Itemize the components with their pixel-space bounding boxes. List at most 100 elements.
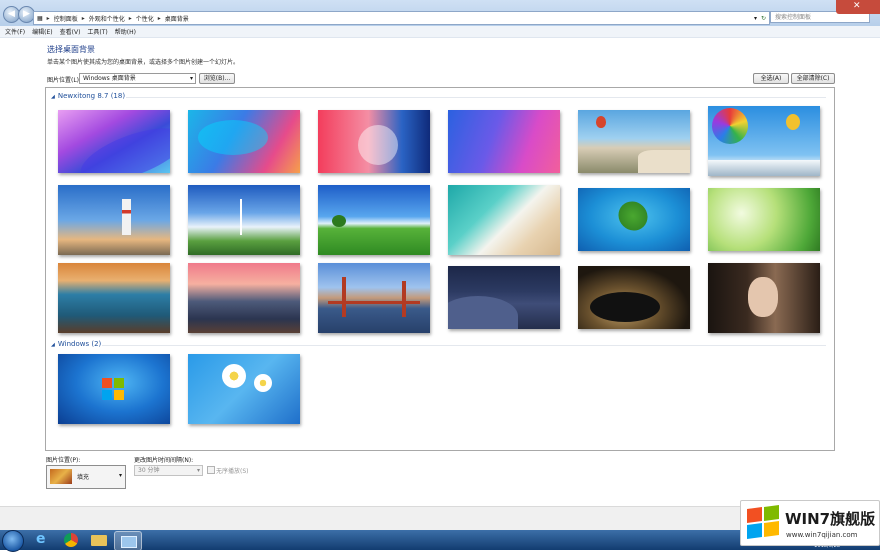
divider bbox=[126, 97, 826, 98]
refresh-icon[interactable]: ↻ bbox=[761, 15, 766, 22]
wallpaper-thumbnail[interactable] bbox=[448, 185, 560, 255]
wallpaper-thumbnail[interactable] bbox=[318, 263, 430, 333]
wallpaper-thumbnail[interactable] bbox=[58, 185, 170, 255]
title-bar: ◀ ▶ ▦ ▸ 控制面板 ▸ 外观和个性化 ▸ 个性化 ▸ 桌面背景 ▾ ↻ 搜… bbox=[0, 0, 880, 27]
file-explorer-icon[interactable] bbox=[86, 531, 112, 549]
menu-bar: 文件(F) 编辑(E) 查看(V) 工具(T) 帮助(H) bbox=[0, 26, 880, 38]
turbine-shape bbox=[240, 199, 242, 235]
ie-browser-icon[interactable]: e bbox=[30, 531, 56, 549]
wallpaper-thumbnail[interactable] bbox=[578, 266, 690, 329]
wallpaper-thumbnail[interactable] bbox=[448, 110, 560, 173]
windows-logo-icon bbox=[102, 390, 112, 400]
dropdown-arrow-icon: ▾ bbox=[118, 472, 122, 479]
group-title: Newxitong 8.7 (18) bbox=[57, 92, 126, 100]
chevron-right-icon: ▸ bbox=[46, 14, 50, 22]
lighthouse-shape bbox=[122, 199, 131, 235]
balloon-shape bbox=[596, 116, 606, 128]
wallpaper-thumbnail[interactable] bbox=[578, 188, 690, 251]
breadcrumb-personalization[interactable]: 个性化 bbox=[136, 14, 154, 23]
watermark-url: www.win7qijian.com bbox=[786, 531, 858, 539]
start-button[interactable] bbox=[2, 530, 24, 552]
close-icon: ✕ bbox=[853, 1, 861, 11]
daisy-shape bbox=[222, 364, 246, 388]
wallpaper-thumbnail[interactable] bbox=[188, 185, 300, 255]
daisy-shape bbox=[254, 374, 272, 392]
wallpaper-thumbnail[interactable] bbox=[188, 110, 300, 173]
clear-all-button[interactable]: 全部清除(C) bbox=[791, 73, 835, 84]
windows-flag-logo-icon bbox=[745, 504, 781, 540]
shuffle-label: 无序播放(S) bbox=[216, 468, 249, 475]
bridge-tower-shape bbox=[402, 281, 406, 317]
collapse-triangle-icon: ◢ bbox=[51, 342, 55, 348]
wallpaper-gallery[interactable]: ◢ Newxitong 8.7 (18) ◢ Windows (2) bbox=[45, 87, 835, 451]
balloon-shape bbox=[786, 114, 800, 130]
shuffle-checkbox[interactable] bbox=[207, 466, 215, 474]
address-bar[interactable]: ▦ ▸ 控制面板 ▸ 外观和个性化 ▸ 个性化 ▸ 桌面背景 ▾ ↻ bbox=[33, 11, 770, 25]
bridge-tower-shape bbox=[342, 277, 346, 317]
page-title: 选择桌面背景 bbox=[47, 45, 95, 54]
dropdown-arrow-icon: ▾ bbox=[189, 75, 193, 82]
interval-value: 30 分钟 bbox=[138, 467, 160, 474]
chevron-right-icon: ▸ bbox=[128, 14, 132, 22]
divider bbox=[102, 345, 826, 346]
menu-file[interactable]: 文件(F) bbox=[5, 27, 25, 36]
control-panel-icon: ▦ bbox=[37, 14, 43, 22]
interval-label: 更改图片时间间隔(N): bbox=[134, 457, 194, 464]
close-button[interactable]: ✕ bbox=[836, 0, 880, 14]
wallpaper-thumbnail[interactable] bbox=[58, 110, 170, 173]
wave-shape bbox=[74, 117, 170, 173]
wallpaper-thumbnail[interactable] bbox=[188, 354, 300, 424]
balloon-shape bbox=[712, 108, 748, 144]
wallpaper-thumbnail[interactable] bbox=[708, 106, 820, 176]
wallpaper-thumbnail[interactable] bbox=[448, 266, 560, 329]
wallpaper-thumbnail[interactable] bbox=[318, 110, 430, 173]
menu-tools[interactable]: 工具(T) bbox=[87, 27, 107, 36]
wallpaper-thumbnail[interactable] bbox=[708, 263, 820, 333]
breadcrumb-control-panel[interactable]: 控制面板 bbox=[54, 14, 78, 23]
browse-button[interactable]: 浏览(B)... bbox=[199, 73, 235, 84]
menu-help[interactable]: 帮助(H) bbox=[115, 27, 136, 36]
watermark-title: WIN7旗舰版 bbox=[785, 510, 876, 528]
face-shape bbox=[748, 277, 778, 317]
windows-logo-icon bbox=[114, 390, 124, 400]
windows-logo-icon bbox=[114, 378, 124, 388]
group-title: Windows (2) bbox=[57, 340, 102, 348]
wallpaper-thumbnail[interactable] bbox=[188, 263, 300, 333]
windows-logo-icon bbox=[102, 378, 112, 388]
position-select[interactable]: 填充 ▾ bbox=[46, 465, 126, 489]
position-value: 填充 bbox=[77, 474, 90, 481]
mountain-shape bbox=[708, 160, 820, 176]
wallpaper-thumbnail[interactable] bbox=[708, 188, 820, 251]
dropdown-arrow-icon: ▾ bbox=[196, 467, 200, 474]
breadcrumb-appearance[interactable]: 外观和个性化 bbox=[89, 14, 125, 23]
page-subtitle: 单击某个图片使其成为您的桌面背景，或选择多个图片创建一个幻灯片。 bbox=[47, 59, 240, 66]
chevron-right-icon: ▸ bbox=[157, 14, 161, 22]
wallpaper-thumbnail[interactable] bbox=[58, 263, 170, 333]
dropdown-arrow-icon[interactable]: ▾ bbox=[754, 15, 757, 22]
breadcrumb-desktop-background[interactable]: 桌面背景 bbox=[165, 14, 189, 23]
fill-preview-icon bbox=[50, 469, 72, 484]
menu-view[interactable]: 查看(V) bbox=[60, 27, 81, 36]
interval-select[interactable]: 30 分钟 ▾ bbox=[134, 465, 203, 476]
chevron-right-icon: ▸ bbox=[81, 14, 85, 22]
wallpaper-thumbnail[interactable] bbox=[58, 354, 170, 424]
menu-edit[interactable]: 编辑(E) bbox=[32, 27, 52, 36]
glow-shape bbox=[358, 125, 398, 165]
location-label: 图片位置(L): bbox=[47, 77, 82, 84]
chrome-browser-icon[interactable] bbox=[58, 531, 84, 549]
control-panel-taskbar-icon[interactable] bbox=[114, 531, 142, 551]
position-label: 图片位置(P): bbox=[46, 457, 81, 464]
cliff-shape bbox=[638, 150, 690, 173]
select-all-button[interactable]: 全选(A) bbox=[753, 73, 789, 84]
group-header-newxitong[interactable]: ◢ Newxitong 8.7 (18) bbox=[51, 92, 125, 100]
island-shape bbox=[612, 195, 654, 237]
group-header-windows[interactable]: ◢ Windows (2) bbox=[51, 340, 101, 348]
location-select[interactable]: Windows 桌面背景 ▾ bbox=[79, 73, 196, 84]
wallpaper-thumbnail[interactable] bbox=[578, 110, 690, 173]
vinyl-shape bbox=[590, 292, 660, 322]
wave-shape bbox=[198, 120, 268, 155]
wallpaper-thumbnail[interactable] bbox=[318, 185, 430, 255]
dune-shape bbox=[448, 296, 518, 329]
watermark: WIN7旗舰版 www.win7qijian.com bbox=[740, 500, 880, 546]
collapse-triangle-icon: ◢ bbox=[51, 94, 55, 100]
